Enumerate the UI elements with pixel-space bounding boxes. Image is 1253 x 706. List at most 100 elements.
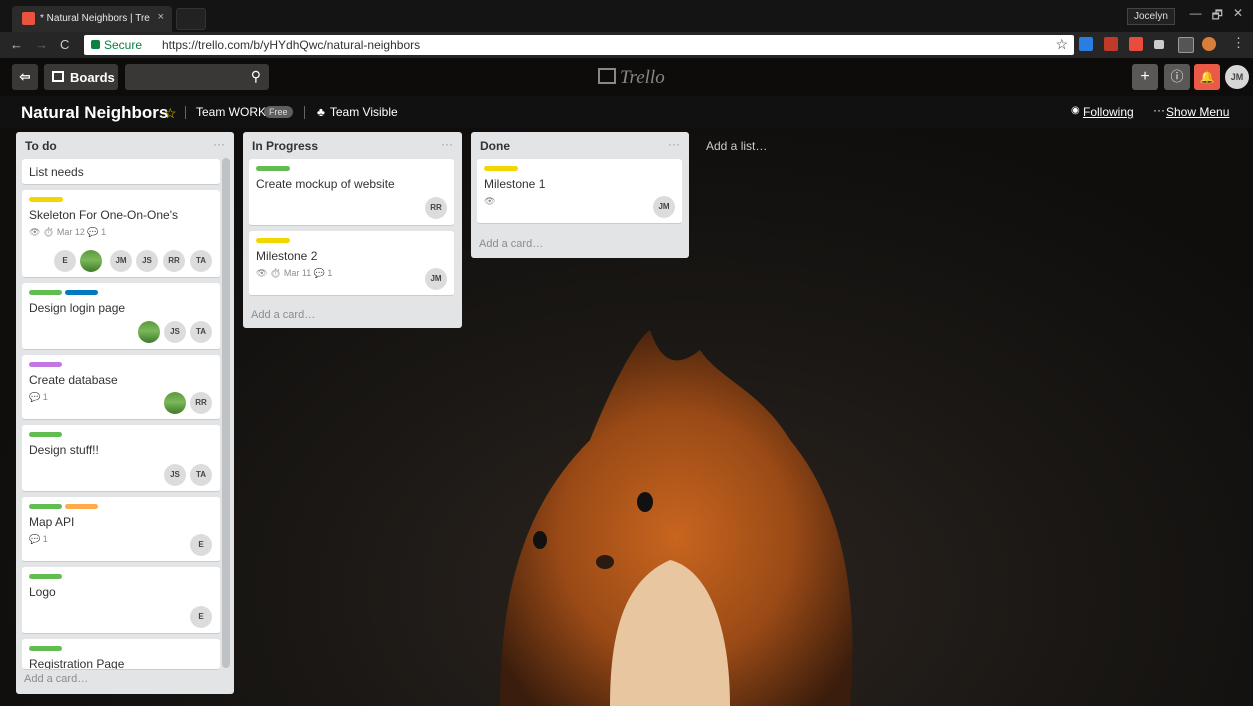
card-title: Create database: [29, 373, 118, 387]
card[interactable]: Skeleton For One-On-One's 👁 ⏱ Mar 12 💬 1…: [22, 190, 220, 278]
user-avatar[interactable]: JM: [1225, 65, 1249, 89]
boards-icon: [52, 71, 64, 82]
following-button[interactable]: Following: [1083, 105, 1134, 119]
back-arrow-icon[interactable]: ←: [10, 37, 23, 52]
card[interactable]: Create mockup of website RR: [249, 159, 454, 226]
show-menu-button[interactable]: Show Menu: [1166, 105, 1229, 119]
member-avatar[interactable]: TA: [190, 250, 212, 272]
extension-icon-6[interactable]: [1202, 37, 1216, 51]
card[interactable]: Milestone 1 👁 JM: [477, 159, 682, 224]
lock-icon: [91, 40, 100, 49]
nav-buttons: ← → C: [10, 37, 69, 52]
member-avatar[interactable]: RR: [190, 392, 212, 414]
add-card-button[interactable]: Add a card…: [24, 673, 88, 685]
card-badges: 👁 ⏱ Mar 12 💬 1: [29, 227, 107, 237]
new-tab-button[interactable]: [176, 8, 206, 30]
list-menu-icon[interactable]: ···: [668, 137, 680, 151]
screen: * Natural Neighbors | Tre × Jocelyn — 🗗 …: [0, 0, 1253, 706]
card-title: Milestone 1: [484, 177, 546, 191]
member-avatar[interactable]: JS: [164, 321, 186, 343]
extension-icon-4[interactable]: [1154, 40, 1164, 49]
boards-label: Boards: [70, 70, 115, 85]
card-label: [29, 290, 62, 295]
card[interactable]: Logo E: [22, 567, 220, 634]
member-avatar[interactable]: [138, 321, 160, 343]
card[interactable]: Map API 💬 1 E: [22, 497, 220, 562]
card[interactable]: Create database 💬 1 RR: [22, 355, 220, 420]
card-label: [65, 504, 98, 509]
card-badges: 👁 ⏱ Mar 11 💬 1: [256, 268, 333, 278]
reload-icon[interactable]: C: [60, 37, 69, 52]
card-title: Design stuff!!: [29, 443, 99, 457]
chrome-menu-icon[interactable]: ⋮: [1232, 35, 1246, 50]
add-card-button[interactable]: Add a card…: [479, 238, 543, 250]
divider: [185, 106, 186, 119]
squirrel-background-image: [500, 330, 853, 706]
forward-arrow-icon[interactable]: →: [35, 37, 48, 52]
member-avatar[interactable]: E: [54, 250, 76, 272]
card-label: [29, 574, 62, 579]
trello-logo-text: Trello: [620, 67, 665, 88]
list-title[interactable]: In Progress: [252, 139, 318, 153]
search-input[interactable]: ⚲: [125, 64, 269, 90]
profile-name[interactable]: Jocelyn: [1127, 8, 1175, 25]
add-list-button[interactable]: Add a list…: [706, 139, 767, 153]
star-board-icon[interactable]: ☆: [164, 105, 177, 122]
team-icon: ♣: [317, 105, 325, 119]
member-avatar[interactable]: JS: [164, 464, 186, 486]
member-avatar[interactable]: JM: [653, 196, 675, 218]
list-in-progress: In Progress ··· Create mockup of website…: [243, 132, 462, 328]
list-title[interactable]: To do: [25, 139, 57, 153]
add-card-button[interactable]: Add a card…: [251, 309, 315, 321]
tab-close-icon[interactable]: ×: [158, 11, 164, 23]
card-label: [484, 166, 518, 171]
info-button[interactable]: ⓘ: [1164, 64, 1190, 90]
member-avatar[interactable]: TA: [190, 464, 212, 486]
extension-icon-1[interactable]: [1079, 37, 1093, 51]
board-title[interactable]: Natural Neighbors: [21, 103, 168, 123]
visibility-button[interactable]: ♣ Team Visible: [317, 105, 398, 119]
team-name[interactable]: Team WORK: [196, 105, 266, 119]
member-avatar[interactable]: E: [190, 534, 212, 556]
search-icon: ⚲: [250, 68, 261, 84]
extension-icon-5[interactable]: [1178, 37, 1194, 53]
restore-icon[interactable]: 🗗: [1212, 6, 1223, 27]
list-menu-icon[interactable]: ···: [213, 137, 225, 151]
card[interactable]: Design stuff!! JS TA: [22, 425, 220, 492]
card[interactable]: List needs: [22, 159, 220, 185]
minimize-icon[interactable]: —: [1190, 6, 1202, 27]
list-done: Done ··· Milestone 1 👁 JM Add a card…: [471, 132, 689, 258]
boards-button[interactable]: Boards: [44, 64, 118, 90]
member-avatar[interactable]: RR: [425, 197, 447, 219]
browser-tab[interactable]: * Natural Neighbors | Tre ×: [12, 6, 172, 32]
card-label: [29, 197, 63, 202]
card[interactable]: Design login page JS TA: [22, 283, 220, 350]
notifications-bell-button[interactable]: 🔔: [1194, 64, 1220, 90]
header-back-button[interactable]: ⇦: [12, 64, 38, 90]
list-title[interactable]: Done: [480, 139, 510, 153]
close-window-icon[interactable]: ✕: [1233, 6, 1243, 27]
member-avatar[interactable]: [164, 392, 186, 414]
list-scrollbar[interactable]: [222, 158, 230, 668]
member-avatar[interactable]: JM: [110, 250, 132, 272]
extension-icon-3[interactable]: [1129, 37, 1143, 51]
url-text[interactable]: https://trello.com/b/yHYdhQwc/natural-ne…: [162, 38, 420, 52]
member-avatar[interactable]: E: [190, 606, 212, 628]
extension-icon-2[interactable]: [1104, 37, 1118, 51]
member-avatar[interactable]: JS: [136, 250, 158, 272]
trello-logo[interactable]: Trello: [598, 67, 665, 89]
board-header: Natural Neighbors ☆ Team WORK Free ♣ Team…: [0, 96, 1253, 128]
member-avatar[interactable]: TA: [190, 321, 212, 343]
member-avatar[interactable]: RR: [163, 250, 185, 272]
card-label: [29, 432, 62, 437]
card-label: [256, 238, 290, 243]
member-avatar[interactable]: [80, 250, 102, 272]
member-avatar[interactable]: JM: [425, 268, 447, 290]
card[interactable]: Registration Page: [22, 639, 220, 670]
address-bar[interactable]: Secure https://trello.com/b/yHYdhQwc/nat…: [84, 35, 1074, 55]
card-title: Map API: [29, 515, 75, 529]
add-button[interactable]: +: [1132, 64, 1158, 90]
card[interactable]: Milestone 2 👁 ⏱ Mar 11 💬 1 JM: [249, 231, 454, 296]
list-menu-icon[interactable]: ···: [441, 137, 453, 151]
bookmark-star-icon[interactable]: ☆: [1055, 36, 1068, 53]
